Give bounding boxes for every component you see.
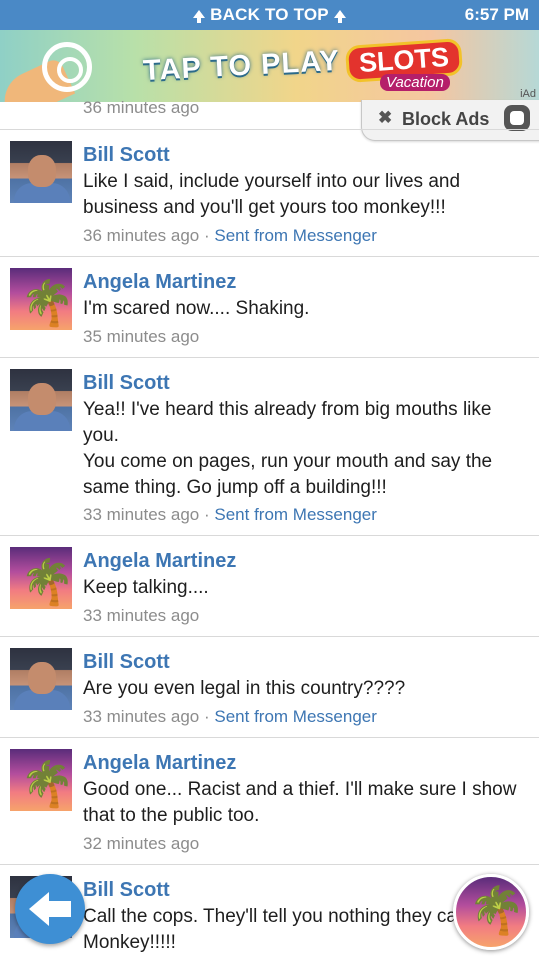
message-meta: 35 minutes ago xyxy=(83,327,199,347)
message-meta: 33 minutes ago · Sent from Messenger xyxy=(83,707,377,727)
message-meta: 33 minutes ago xyxy=(83,606,199,626)
block-ads-label: Block Ads xyxy=(402,109,490,129)
message-timestamp: 33 minutes ago xyxy=(83,606,200,625)
meta-separator: · xyxy=(203,707,210,726)
message-timestamp: 35 minutes ago xyxy=(83,327,200,346)
message-item: 🌴 Angela Martinez I'm scared now.... Sha… xyxy=(0,257,539,357)
message-timestamp: 36 minutes ago xyxy=(83,226,200,245)
avatar-angela-martinez[interactable]: 🌴 xyxy=(10,547,72,609)
message-meta: 33 minutes ago · Sent from Messenger xyxy=(83,505,377,525)
close-icon: ✖ xyxy=(378,108,393,127)
message-timestamp: 36 minutes ago xyxy=(83,98,200,117)
message-text: Yea!! I've heard this already from big m… xyxy=(83,399,493,498)
back-to-top-button[interactable]: BACK TO TOP xyxy=(0,5,539,25)
slots-logo: SLOTS Vacation xyxy=(344,36,496,92)
message-timestamp: 33 minutes ago xyxy=(83,707,200,726)
iad-label: iAd xyxy=(520,88,536,100)
avatar-bill-scott[interactable] xyxy=(10,141,72,203)
author-name[interactable]: Bill Scott xyxy=(83,144,170,167)
sent-from-messenger-link[interactable]: Sent from Messenger xyxy=(214,505,377,524)
back-arrow-shaft xyxy=(47,901,71,917)
message-text: I'm scared now.... Shaking. xyxy=(83,298,310,319)
avatar-angela-martinez[interactable]: 🌴 xyxy=(10,268,72,330)
message-meta: 32 minutes ago xyxy=(83,834,199,854)
sent-from-messenger-link[interactable]: Sent from Messenger xyxy=(214,707,377,726)
message-text: Are you even legal in this country???? xyxy=(83,678,406,699)
author-name[interactable]: Bill Scott xyxy=(83,651,170,674)
avatar-bill-scott[interactable] xyxy=(10,648,72,710)
message-item: Bill Scott Like I said, include yourself… xyxy=(0,130,539,256)
author-name[interactable]: Bill Scott xyxy=(83,879,170,902)
back-button[interactable] xyxy=(15,874,85,944)
avatar-angela-martinez[interactable]: 🌴 xyxy=(10,749,72,811)
message-timestamp: 33 minutes ago xyxy=(83,505,200,524)
clock: 6:57 PM xyxy=(464,5,529,24)
message-item: 🌴 Angela Martinez Good one... Racist and… xyxy=(0,738,539,864)
ad-tagline: TAP TO PLAY xyxy=(142,44,341,88)
meta-separator: · xyxy=(203,226,210,245)
ad-banner[interactable]: TAP TO PLAY SLOTS Vacation iAd xyxy=(0,30,539,102)
block-ads-icon xyxy=(504,105,530,131)
message-item: 🌴 Angela Martinez Keep talking.... 33 mi… xyxy=(0,536,539,636)
chat-head-avatar[interactable]: 🌴 xyxy=(453,874,529,950)
message-timestamp: 32 minutes ago xyxy=(83,834,200,853)
author-name[interactable]: Angela Martinez xyxy=(83,550,236,573)
back-to-top-label: BACK TO TOP xyxy=(210,5,329,24)
message-text: Good one... Racist and a thief. I'll mak… xyxy=(83,779,517,826)
author-name[interactable]: Angela Martinez xyxy=(83,271,236,294)
tap-target-icon xyxy=(42,42,92,92)
status-bar: BACK TO TOP 6:57 PM xyxy=(0,0,539,30)
sent-from-messenger-link[interactable]: Sent from Messenger xyxy=(214,226,377,245)
author-name[interactable]: Bill Scott xyxy=(83,372,170,395)
author-name[interactable]: Angela Martinez xyxy=(83,752,236,775)
message-text: Keep talking.... xyxy=(83,577,209,598)
message-text: Like I said, include yourself into our l… xyxy=(83,171,461,218)
avatar-bill-scott[interactable] xyxy=(10,369,72,431)
up-arrow-icon xyxy=(333,10,346,23)
meta-separator: · xyxy=(203,505,210,524)
back-arrow-icon xyxy=(29,892,49,926)
message-item: Bill Scott Are you even legal in this co… xyxy=(0,637,539,737)
message-meta: 36 minutes ago · Sent from Messenger xyxy=(83,226,377,246)
slots-logo-subtext: Vacation xyxy=(380,74,450,91)
up-arrow-icon xyxy=(193,10,206,23)
message-item: Bill Scott Yea!! I've heard this already… xyxy=(0,358,539,535)
